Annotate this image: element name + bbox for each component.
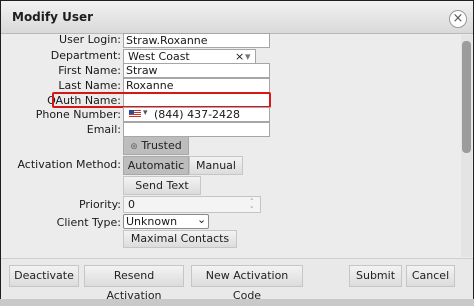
client-type-label: Client Type: [56, 216, 121, 229]
first-name-label: First Name: [58, 64, 121, 77]
maximal-contacts-button[interactable]: Maximal Contacts [123, 230, 237, 248]
send-text-option[interactable]: Send Text [123, 176, 201, 195]
last-name-label: Last Name: [58, 79, 121, 92]
email-input[interactable] [123, 122, 270, 137]
trusted-toggle[interactable]: ⊛ Trusted [123, 136, 189, 155]
user-login-input[interactable]: Straw.Roxanne [123, 33, 270, 48]
stepper-down-icon[interactable]: ˅ [250, 203, 254, 218]
phone-number-input[interactable]: ▾ (844) 437-2428 [123, 107, 270, 122]
new-activation-code-button[interactable]: New Activation Code [191, 265, 303, 302]
trusted-label: Trusted [141, 139, 182, 152]
submit-button[interactable]: Submit [349, 265, 402, 287]
last-name-input[interactable]: Roxanne [123, 78, 270, 93]
department-value: West Coast [128, 50, 190, 63]
manual-option[interactable]: Manual [189, 156, 243, 175]
client-type-value: Unknown [126, 215, 178, 228]
scrollbar[interactable] [461, 35, 472, 257]
modify-user-dialog: Modify User × User Login: Straw.Roxanne … [0, 0, 474, 302]
close-icon[interactable]: × [449, 10, 467, 28]
department-select[interactable]: West Coast × ▾ [123, 49, 256, 64]
country-chevron-icon[interactable]: ▾ [143, 107, 148, 120]
chevron-down-icon[interactable]: ⌄ [197, 213, 206, 226]
email-label: Email: [86, 123, 121, 136]
phone-number-label: Phone Number: [35, 108, 121, 121]
scrollbar-thumb[interactable] [462, 41, 471, 153]
deactivate-button[interactable]: Deactivate [9, 265, 79, 287]
phone-number-value: (844) 437-2428 [154, 108, 241, 121]
activation-method-label: Activation Method: [17, 158, 121, 171]
highlight-box [52, 92, 271, 108]
department-label: Department: [50, 49, 121, 62]
dialog-title: Modify User [12, 10, 94, 24]
priority-label: Priority: [78, 198, 121, 211]
user-login-label: User Login: [59, 33, 121, 46]
priority-stepper[interactable]: 0 ˄ ˅ [123, 196, 261, 214]
us-flag-icon[interactable] [129, 110, 141, 118]
priority-value: 0 [128, 198, 135, 211]
automatic-option[interactable]: Automatic [123, 156, 189, 175]
dialog-footer: Deactivate Resend Activation New Activat… [1, 258, 473, 302]
clear-icon[interactable]: × [235, 50, 244, 63]
cancel-button[interactable]: Cancel [406, 265, 455, 287]
trusted-icon: ⊛ [130, 142, 138, 152]
resend-activation-button[interactable]: Resend Activation [84, 265, 184, 302]
chevron-down-icon[interactable]: ▾ [245, 50, 251, 63]
client-type-select[interactable]: Unknown ⌄ [123, 213, 209, 229]
dialog-titlebar: Modify User × [1, 1, 473, 34]
first-name-input[interactable]: Straw [123, 63, 270, 78]
